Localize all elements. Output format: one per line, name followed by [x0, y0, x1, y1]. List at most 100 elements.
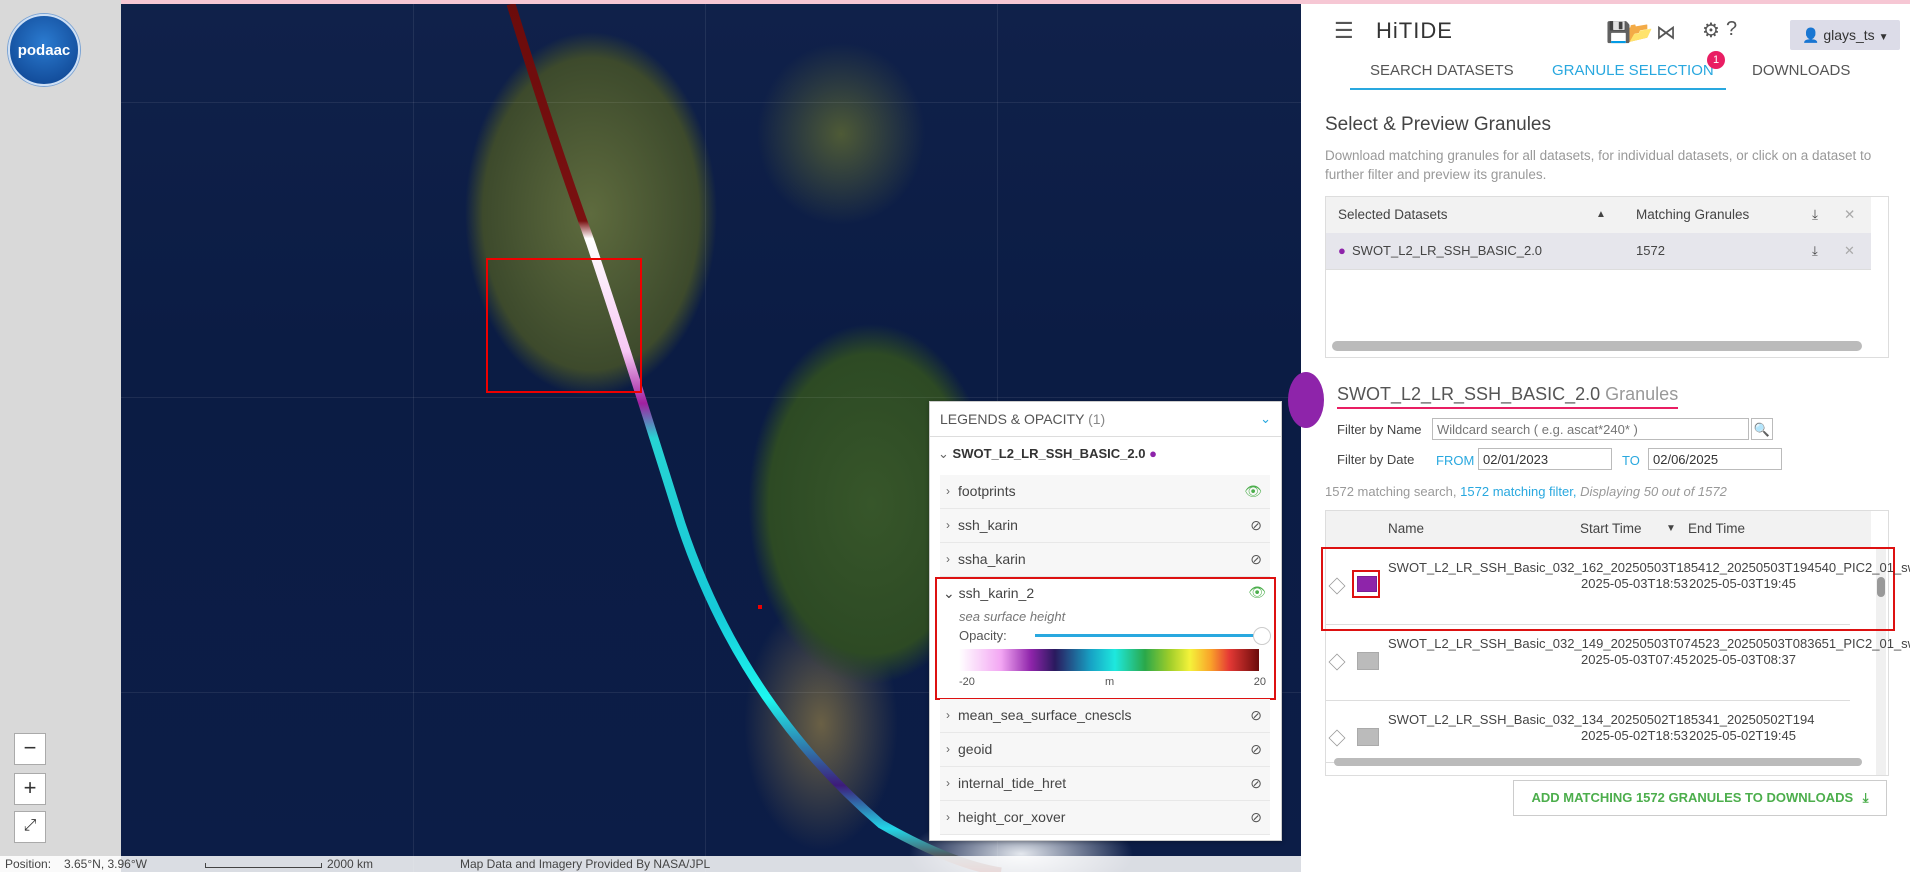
eye-icon: 👁 — [1244, 483, 1262, 499]
granule-row[interactable]: SWOT_L2_LR_SSH_Basic_032_162_20250503T18… — [1325, 548, 1910, 625]
layer-internal-tide[interactable]: › internal_tide_hret ⊘ — [940, 767, 1270, 801]
granule-end: 2025-05-02T19:45 — [1689, 728, 1796, 743]
granule-start: 2025-05-03T07:45 — [1581, 652, 1688, 667]
filter-name-input[interactable] — [1432, 418, 1749, 440]
add-granules-button[interactable]: ADD MATCHING 1572 GRANULES TO DOWNLOADS … — [1513, 780, 1887, 816]
scale-max: 20 — [1253, 676, 1266, 688]
image-preview-icon[interactable] — [1357, 576, 1377, 592]
opacity-slider-handle[interactable] — [1253, 627, 1271, 645]
download-icon[interactable]: ⤓ — [1812, 233, 1818, 269]
layer-ssh-karin-2-expanded[interactable]: ⌄ ssh_karin_2 👁 sea surface height Opaci… — [935, 577, 1276, 700]
dataset-marker — [1288, 372, 1324, 428]
help-icon[interactable]: ? — [1726, 18, 1737, 41]
granule-row[interactable]: SWOT_L2_LR_SSH_Basic_032_134_20250502T18… — [1325, 700, 1850, 763]
to-date-input[interactable] — [1648, 448, 1782, 470]
col-start[interactable]: Start Time — [1580, 511, 1642, 547]
select-radio[interactable] — [1328, 577, 1346, 595]
col-matching-granules[interactable]: Matching Granules — [1636, 197, 1749, 233]
select-radio[interactable] — [1328, 653, 1346, 671]
user-icon: 👤 — [1802, 27, 1820, 43]
collapse-icon[interactable]: ⌄ — [1260, 402, 1271, 436]
granules-h-scrollbar[interactable] — [1334, 758, 1862, 766]
opacity-slider-track[interactable] — [1035, 634, 1259, 637]
from-date-input[interactable] — [1478, 448, 1612, 470]
fullscreen-icon[interactable]: ⤢ — [14, 811, 46, 843]
layer-mean-sea-surface[interactable]: › mean_sea_surface_cnescls ⊘ — [940, 699, 1270, 733]
dataset-name: SWOT_L2_LR_SSH_BASIC_2.0 — [1352, 243, 1543, 258]
select-radio[interactable] — [1328, 729, 1346, 747]
scale-unit: m — [1105, 676, 1115, 688]
granule-name: SWOT_L2_LR_SSH_Basic_032_134_20250502T18… — [1388, 712, 1815, 727]
layer-height-cor-xover[interactable]: › height_cor_xover ⊘ — [940, 801, 1270, 835]
granules-summary: 1572 matching search, 1572 matching filt… — [1325, 484, 1727, 499]
to-label: TO — [1622, 453, 1640, 468]
col-name[interactable]: Name — [1388, 511, 1424, 547]
map-status-bar: Position: 3.65°N, 3.96°W 2000 km Map Dat… — [0, 856, 1301, 872]
filter-date-label: Filter by Date — [1337, 452, 1415, 467]
image-preview-icon[interactable] — [1357, 728, 1379, 746]
layer-ssh-karin-2-label: ssh_karin_2 — [958, 585, 1035, 601]
granule-end: 2025-05-03T19:45 — [1689, 576, 1796, 591]
zoom-out-button[interactable]: − — [14, 733, 46, 765]
eye-off-icon: ⊘ — [1250, 741, 1262, 757]
tab-badge: 1 — [1707, 51, 1725, 69]
zoom-in-button[interactable]: + — [14, 773, 46, 805]
share-icon[interactable]: ⋈ — [1656, 20, 1676, 45]
legend-dataset-name: SWOT_L2_LR_SSH_BASIC_2.0 — [952, 446, 1146, 461]
search-icon[interactable]: 🔍 — [1751, 418, 1773, 440]
layer-geoid[interactable]: › geoid ⊘ — [940, 733, 1270, 767]
filter-name-label: Filter by Name — [1337, 422, 1422, 437]
section-title: Select & Preview Granules — [1325, 114, 1551, 135]
user-name: glays_ts — [1823, 27, 1875, 43]
legend-title: LEGENDS & OPACITY — [940, 411, 1085, 427]
logo-text: podaac — [17, 42, 71, 59]
close-icon[interactable]: ✕ — [1844, 197, 1855, 233]
from-label: FROM — [1436, 453, 1475, 468]
layer-description: sea surface height — [959, 609, 1066, 624]
scale-min: -20 — [959, 676, 975, 688]
tab-granule-selection[interactable]: GRANULE SELECTION — [1552, 62, 1714, 79]
right-panel: ☰ HiTIDE 💾 📂 ⋈ ⚙ ? 👤 glays_ts ▼ SEARCH D… — [1288, 4, 1910, 872]
eye-off-icon: ⊘ — [1250, 517, 1262, 533]
legend-header[interactable]: LEGENDS & OPACITY (1) ⌄ — [930, 402, 1281, 437]
eye-off-icon: ⊘ — [1250, 551, 1262, 567]
scale-bar — [205, 863, 322, 868]
col-end[interactable]: End Time — [1688, 511, 1745, 547]
app-title: HiTIDE — [1376, 18, 1453, 43]
dataset-dot: ● — [1338, 243, 1346, 258]
menu-icon[interactable]: ☰ — [1334, 18, 1354, 44]
granules-title: SWOT_L2_LR_SSH_BASIC_2.0 Granules — [1337, 384, 1679, 409]
granules-suffix: Granules — [1605, 384, 1679, 404]
dataset-row[interactable]: ● SWOT_L2_LR_SSH_BASIC_2.0 1572 ⤓ ✕ — [1326, 233, 1871, 270]
caret-down-icon: ▼ — [1878, 32, 1889, 43]
bounding-box[interactable] — [486, 258, 642, 393]
opacity-label: Opacity: — [959, 628, 1007, 643]
position-value: 3.65°N, 3.96°W — [64, 857, 147, 871]
layer-footprints[interactable]: › footprints 👁 — [940, 475, 1270, 509]
tab-search-datasets[interactable]: SEARCH DATASETS — [1370, 62, 1514, 79]
section-description: Download matching granules for all datas… — [1325, 148, 1872, 182]
user-menu-button[interactable]: 👤 glays_ts ▼ — [1790, 20, 1900, 50]
tab-downloads[interactable]: DOWNLOADS — [1752, 62, 1850, 79]
sort-asc-icon[interactable]: ▲ — [1596, 197, 1606, 233]
col-selected-datasets[interactable]: Selected Datasets — [1338, 197, 1448, 233]
folder-open-icon[interactable]: 📂 — [1628, 20, 1653, 45]
layer-ssh-karin[interactable]: › ssh_karin ⊘ — [940, 509, 1270, 543]
sort-desc-icon[interactable]: ▼ — [1666, 511, 1676, 547]
granule-start: 2025-05-02T18:53 — [1581, 728, 1688, 743]
eye-icon[interactable]: 👁 — [1248, 584, 1266, 601]
horizontal-scrollbar[interactable] — [1332, 341, 1862, 351]
image-preview-icon[interactable] — [1357, 652, 1379, 670]
matching-filter-link[interactable]: 1572 matching filter, — [1460, 484, 1576, 499]
podaac-logo[interactable]: podaac — [8, 14, 80, 86]
layer-ssha-karin[interactable]: › ssha_karin ⊘ — [940, 543, 1270, 577]
legend-dataset[interactable]: ⌄ SWOT_L2_LR_SSH_BASIC_2.0 ● — [938, 446, 1157, 462]
close-icon[interactable]: ✕ — [1844, 233, 1855, 269]
granule-end: 2025-05-03T08:37 — [1689, 652, 1796, 667]
gear-icon[interactable]: ⚙ — [1702, 18, 1720, 43]
granule-start: 2025-05-03T18:53 — [1581, 576, 1688, 591]
tab-underline — [1350, 88, 1726, 90]
marker-dot — [758, 605, 762, 609]
download-icon[interactable]: ⤓ — [1812, 197, 1818, 233]
granule-row[interactable]: SWOT_L2_LR_SSH_Basic_032_149_20250503T07… — [1325, 624, 1910, 701]
